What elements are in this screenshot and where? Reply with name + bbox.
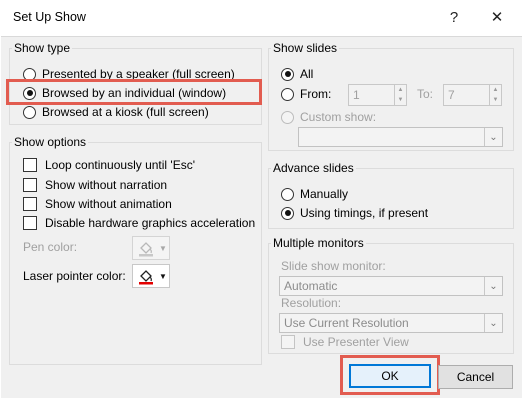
- checkbox-without-narration[interactable]: Show without narration: [23, 178, 167, 192]
- window-title: Set Up Show: [13, 10, 86, 24]
- help-icon[interactable]: ?: [443, 6, 465, 28]
- resolution-dropdown[interactable]: Use Current Resolution ⌄: [279, 313, 503, 333]
- checkbox-disable-hw-acceleration[interactable]: Disable hardware graphics acceleration: [23, 216, 255, 230]
- chevron-down-icon: ▼: [159, 271, 167, 281]
- checkbox-loop-continuously[interactable]: Loop continuously until 'Esc': [23, 158, 195, 172]
- resolution-label: Resolution:: [281, 296, 342, 310]
- paint-bucket-icon: [139, 242, 153, 257]
- slide-show-monitor-label: Slide show monitor:: [281, 259, 386, 273]
- radio-label: Custom show:: [300, 110, 377, 124]
- checkbox-label: Loop continuously until 'Esc': [45, 158, 196, 172]
- chevron-down-icon: ⌄: [484, 277, 502, 295]
- highlight-box: [340, 355, 440, 395]
- laser-pointer-color-label: Laser pointer color:: [23, 269, 126, 283]
- slide-show-monitor-value: Automatic: [284, 279, 338, 293]
- show-slides-legend: Show slides: [273, 41, 338, 55]
- radio-label: From:: [300, 87, 332, 101]
- radio-all-slides[interactable]: All: [281, 67, 313, 81]
- radio-browsed-at-kiosk[interactable]: Browsed at a kiosk (full screen): [23, 105, 209, 119]
- radio-button[interactable]: [23, 105, 36, 119]
- multiple-monitors-legend: Multiple monitors: [273, 236, 364, 250]
- radio-label: Manually: [300, 187, 349, 201]
- to-slide-value: 7: [448, 88, 455, 102]
- to-slide-spinner[interactable]: 7 ▲ ▼: [443, 84, 502, 106]
- advance-slides-legend: Advance slides: [273, 161, 354, 175]
- checkbox-label: Show without narration: [45, 178, 168, 192]
- radio-button[interactable]: [281, 187, 294, 201]
- checkbox-label: Use Presenter View: [303, 335, 409, 349]
- cancel-button-label: Cancel: [456, 370, 495, 384]
- to-label: To:: [417, 87, 434, 101]
- chevron-down-icon: ▼: [159, 243, 167, 253]
- slide-show-monitor-dropdown[interactable]: Automatic ⌄: [279, 276, 503, 296]
- radio-custom-show[interactable]: Custom show:: [281, 110, 376, 124]
- spinner-arrows[interactable]: ▲ ▼: [489, 85, 501, 105]
- checkbox-label: Disable hardware graphics acceleration: [45, 216, 256, 230]
- show-options-legend: Show options: [14, 135, 87, 149]
- close-icon[interactable]: ✕: [486, 6, 508, 28]
- radio-using-timings[interactable]: Using timings, if present: [281, 206, 428, 220]
- radio-label: All: [300, 67, 314, 81]
- paint-bucket-icon: [139, 270, 153, 285]
- chevron-down-icon: ⌄: [484, 314, 502, 332]
- checkbox[interactable]: [281, 335, 295, 349]
- pen-color-button[interactable]: ▼: [132, 236, 170, 260]
- checkbox[interactable]: [23, 216, 37, 230]
- radio-manually[interactable]: Manually: [281, 187, 348, 201]
- chevron-down-icon: ⌄: [484, 128, 502, 146]
- radio-button[interactable]: [281, 87, 294, 101]
- checkbox[interactable]: [23, 158, 37, 172]
- checkbox[interactable]: [23, 178, 37, 192]
- checkbox-presenter-view[interactable]: Use Presenter View: [281, 335, 409, 349]
- highlight-box: [6, 79, 262, 105]
- checkbox-label: Show without animation: [45, 197, 172, 211]
- radio-button[interactable]: [281, 206, 294, 220]
- spinner-arrows[interactable]: ▲ ▼: [394, 85, 406, 105]
- cancel-button[interactable]: Cancel: [438, 365, 513, 389]
- show-type-legend: Show type: [14, 41, 71, 55]
- radio-label: Browsed at a kiosk (full screen): [42, 105, 209, 119]
- custom-show-dropdown[interactable]: ⌄: [298, 127, 503, 147]
- radio-label: Using timings, if present: [300, 206, 429, 220]
- checkbox[interactable]: [23, 197, 37, 211]
- from-slide-spinner[interactable]: 1 ▲ ▼: [348, 84, 407, 106]
- laser-pointer-color-button[interactable]: ▼: [132, 264, 170, 288]
- resolution-value: Use Current Resolution: [284, 316, 409, 330]
- radio-button[interactable]: [281, 67, 294, 81]
- pen-color-label: Pen color:: [23, 240, 78, 254]
- from-slide-value: 1: [353, 88, 360, 102]
- radio-button[interactable]: [281, 110, 294, 124]
- radio-from-slides[interactable]: From:: [281, 87, 331, 101]
- checkbox-without-animation[interactable]: Show without animation: [23, 197, 172, 211]
